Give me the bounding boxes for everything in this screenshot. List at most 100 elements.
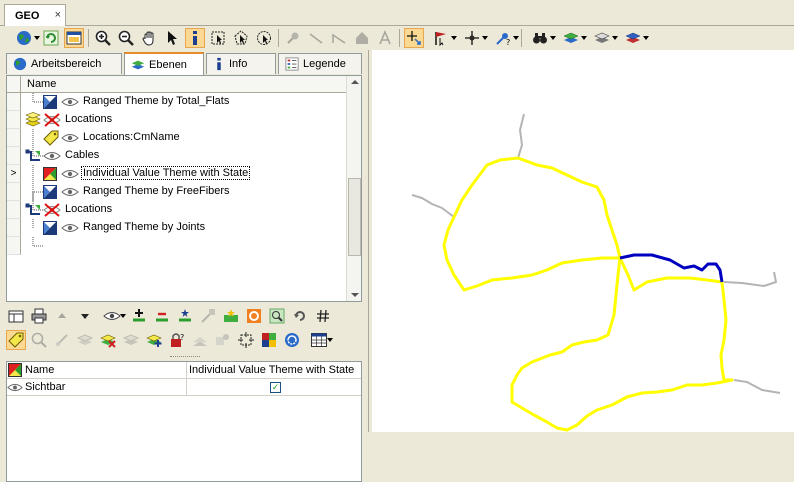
layer-label: Locations: [65, 203, 113, 215]
zoom-layer-button[interactable]: [267, 306, 287, 326]
property-value-name[interactable]: Individual Value Theme with State: [189, 364, 354, 376]
print-button[interactable]: [29, 306, 49, 326]
measure-tool-button[interactable]: [458, 28, 488, 48]
tree-row[interactable]: Ranged Theme by Total_Flats: [7, 93, 347, 111]
eye-icon[interactable]: [61, 97, 79, 107]
tree-row[interactable]: Ranged Theme by Joints: [7, 219, 347, 237]
search-binoculars-button[interactable]: [526, 28, 556, 48]
eye-icon[interactable]: [61, 169, 79, 179]
scroll-thumb[interactable]: [348, 178, 361, 256]
move-down-button[interactable]: [75, 306, 95, 326]
hash-button[interactable]: [313, 306, 333, 326]
tree-row[interactable]: Locations: [7, 201, 347, 219]
open-button[interactable]: [6, 306, 26, 326]
draw-point-button[interactable]: [283, 28, 303, 48]
eye-icon[interactable]: [61, 223, 79, 233]
lower-layer-button[interactable]: [190, 330, 210, 350]
settings-layer-button[interactable]: [213, 330, 233, 350]
coordinate-tool-button[interactable]: [427, 28, 457, 48]
theme-remove-button[interactable]: [98, 330, 118, 350]
draw-text-button[interactable]: [375, 28, 395, 48]
property-label: Sichtbar: [25, 381, 66, 393]
route-tool-button[interactable]: ?: [489, 28, 519, 48]
document-tab-geo[interactable]: GEO ×: [4, 4, 66, 26]
tree-row-selected[interactable]: > Individual Value Theme with State: [7, 165, 347, 183]
close-tab-icon[interactable]: ×: [55, 9, 61, 21]
tree-row[interactable]: Ranged Theme by FreeFibers: [7, 183, 347, 201]
layer-label: Locations:CmName: [83, 131, 180, 143]
splitter-grip[interactable]: [170, 356, 200, 359]
visible-checkbox[interactable]: ✓: [270, 382, 281, 393]
column-header-name[interactable]: Name: [21, 76, 56, 92]
layer-globe-button[interactable]: [10, 28, 40, 48]
tab-arbeitsbereich[interactable]: Arbeitsbereich: [6, 53, 122, 74]
tree-row[interactable]: Locations:CmName: [7, 129, 347, 147]
edit-node-button[interactable]: [52, 330, 72, 350]
sync-button[interactable]: [282, 330, 302, 350]
property-row-name[interactable]: Name Individual Value Theme with State: [7, 361, 361, 379]
eye-hidden-icon[interactable]: [43, 113, 61, 127]
new-theme-icon: [179, 309, 191, 322]
undo-icon: [294, 311, 305, 321]
refresh-button[interactable]: [41, 28, 61, 48]
table-menu-button[interactable]: [305, 330, 333, 350]
remove-layer-button[interactable]: [152, 306, 172, 326]
scroll-up-icon[interactable]: [351, 80, 359, 84]
theme-tool-button[interactable]: [198, 306, 218, 326]
undo-button[interactable]: [290, 306, 310, 326]
tab-legende[interactable]: Legende: [278, 53, 362, 74]
info-tool-button[interactable]: [185, 28, 205, 48]
snap-button[interactable]: [404, 28, 424, 48]
property-row-visible[interactable]: Sichtbar ✓: [7, 378, 361, 396]
layers-add-icon: [563, 32, 579, 43]
color-theme-button[interactable]: [259, 330, 279, 350]
theme-copy-button[interactable]: [121, 330, 141, 350]
zoom-in-button[interactable]: [93, 28, 113, 48]
lock-layer-button[interactable]: ?: [167, 330, 187, 350]
new-theme-button[interactable]: [175, 306, 195, 326]
tree-scrollbar[interactable]: [346, 76, 361, 301]
draw-polygon-button[interactable]: [352, 28, 372, 48]
tree-row[interactable]: Cables: [7, 147, 347, 165]
layers-style-icon: [625, 32, 641, 43]
layer-add-button[interactable]: [557, 28, 587, 48]
overview-window-button[interactable]: [64, 28, 84, 48]
scroll-down-icon[interactable]: [351, 293, 359, 297]
layer-edit-button[interactable]: [588, 28, 618, 48]
style-layer-button[interactable]: [75, 330, 95, 350]
theme-star-button[interactable]: [221, 306, 241, 326]
layer-style-button[interactable]: [619, 28, 649, 48]
cable-grey: [411, 194, 455, 218]
eye-icon[interactable]: [61, 187, 79, 197]
eye-icon[interactable]: [61, 133, 79, 143]
eye-icon[interactable]: [43, 151, 61, 161]
individual-value-theme-icon: [43, 167, 57, 181]
select-pointer-button[interactable]: [162, 28, 182, 48]
pan-button[interactable]: [139, 28, 159, 48]
draw-polyline-button[interactable]: [329, 28, 349, 48]
extent-button[interactable]: [236, 330, 256, 350]
label-button[interactable]: [244, 306, 264, 326]
cable-yellow: [510, 256, 622, 404]
theme-add-button[interactable]: [144, 330, 164, 350]
map-canvas[interactable]: [372, 50, 794, 432]
arrow-up-icon: [58, 313, 66, 318]
property-label: Name: [25, 364, 55, 376]
polygon-select-button[interactable]: [231, 28, 251, 48]
draw-line-button[interactable]: [306, 28, 326, 48]
radius-select-button[interactable]: [254, 28, 274, 48]
visibility-menu-button[interactable]: [98, 306, 126, 326]
hand-icon: [142, 31, 154, 46]
search-layer-button[interactable]: [29, 330, 49, 350]
eye-hidden-icon[interactable]: [43, 203, 61, 217]
row-selector: >: [7, 165, 21, 183]
tree-row[interactable]: Locations: [7, 111, 347, 129]
tab-ebenen[interactable]: Ebenen: [124, 52, 204, 75]
rectangle-select-button[interactable]: [208, 28, 228, 48]
tag-tool-button[interactable]: [6, 330, 26, 350]
tab-info[interactable]: Info: [206, 53, 276, 74]
zoom-out-button[interactable]: [116, 28, 136, 48]
layer-label: Ranged Theme by Joints: [83, 221, 206, 233]
add-layer-button[interactable]: [129, 306, 149, 326]
move-up-button[interactable]: [52, 306, 72, 326]
